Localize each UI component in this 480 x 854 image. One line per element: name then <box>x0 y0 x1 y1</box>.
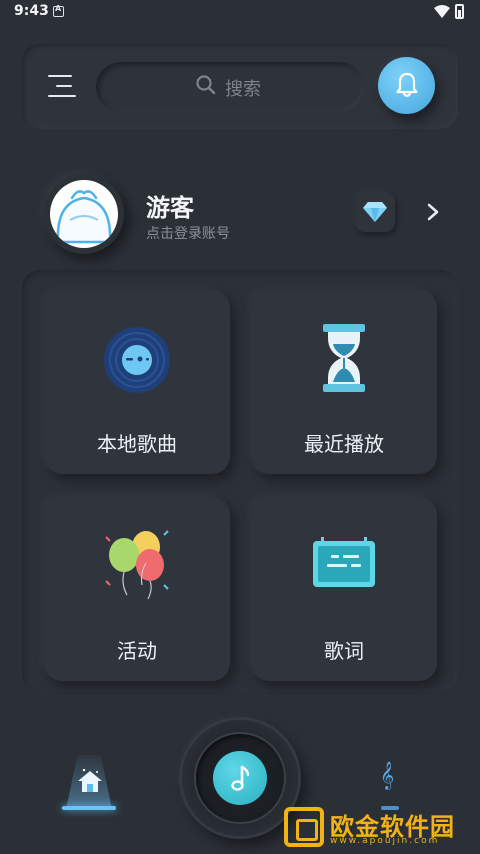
lyrics-screen-icon <box>313 537 375 587</box>
treble-clef-icon: 𝄞 <box>380 761 395 789</box>
tile-label: 最近播放 <box>304 432 384 456</box>
vinyl-record-icon <box>104 327 170 393</box>
status-bar: 9:43 <box>0 0 480 26</box>
tab-home[interactable] <box>58 755 120 813</box>
status-time: 9:43 <box>14 3 49 19</box>
menu-line <box>56 85 72 87</box>
play-button[interactable] <box>182 720 298 836</box>
play-core <box>213 751 267 805</box>
menu-line <box>48 75 72 77</box>
home-icon <box>78 769 102 792</box>
balloons-icon <box>105 530 169 600</box>
avatar[interactable] <box>44 174 124 254</box>
guest-avatar-icon <box>56 190 112 244</box>
avatar-image <box>50 180 118 248</box>
chevron-right-icon[interactable] <box>426 202 440 222</box>
notification-button[interactable] <box>378 57 435 114</box>
search-placeholder: 搜索 <box>225 79 261 100</box>
battery-icon <box>455 4 464 19</box>
login-prompt[interactable]: 点击登录账号 <box>146 223 230 243</box>
hourglass-icon <box>323 324 365 392</box>
wifi-icon <box>434 5 450 18</box>
tile-label: 本地歌曲 <box>97 432 177 456</box>
diamond-icon <box>363 202 387 222</box>
watermark-url: www.apoujin.com <box>330 836 440 846</box>
music-note-icon <box>231 765 250 791</box>
profile-name[interactable]: 游客 <box>146 188 194 223</box>
watermark-logo <box>284 807 324 847</box>
tile-lyrics[interactable]: 歌词 <box>251 497 437 681</box>
tile-label: 活动 <box>117 639 157 663</box>
menu-button[interactable] <box>48 74 78 98</box>
tile-local-songs[interactable]: 本地歌曲 <box>44 290 230 474</box>
active-tab-indicator <box>62 806 116 810</box>
bell-icon <box>396 72 418 97</box>
tile-label: 歌词 <box>324 639 364 663</box>
notification-a-icon <box>53 4 64 17</box>
vip-button[interactable] <box>355 192 395 232</box>
tile-recent-plays[interactable]: 最近播放 <box>251 290 437 474</box>
search-icon <box>196 75 216 95</box>
menu-line <box>48 95 76 97</box>
watermark: 欧金软件园 www.apoujin.com <box>284 805 474 851</box>
app-screen: 9:43 搜索 游客 点击登录账号 <box>0 0 480 854</box>
tile-activities[interactable]: 活动 <box>44 497 230 681</box>
